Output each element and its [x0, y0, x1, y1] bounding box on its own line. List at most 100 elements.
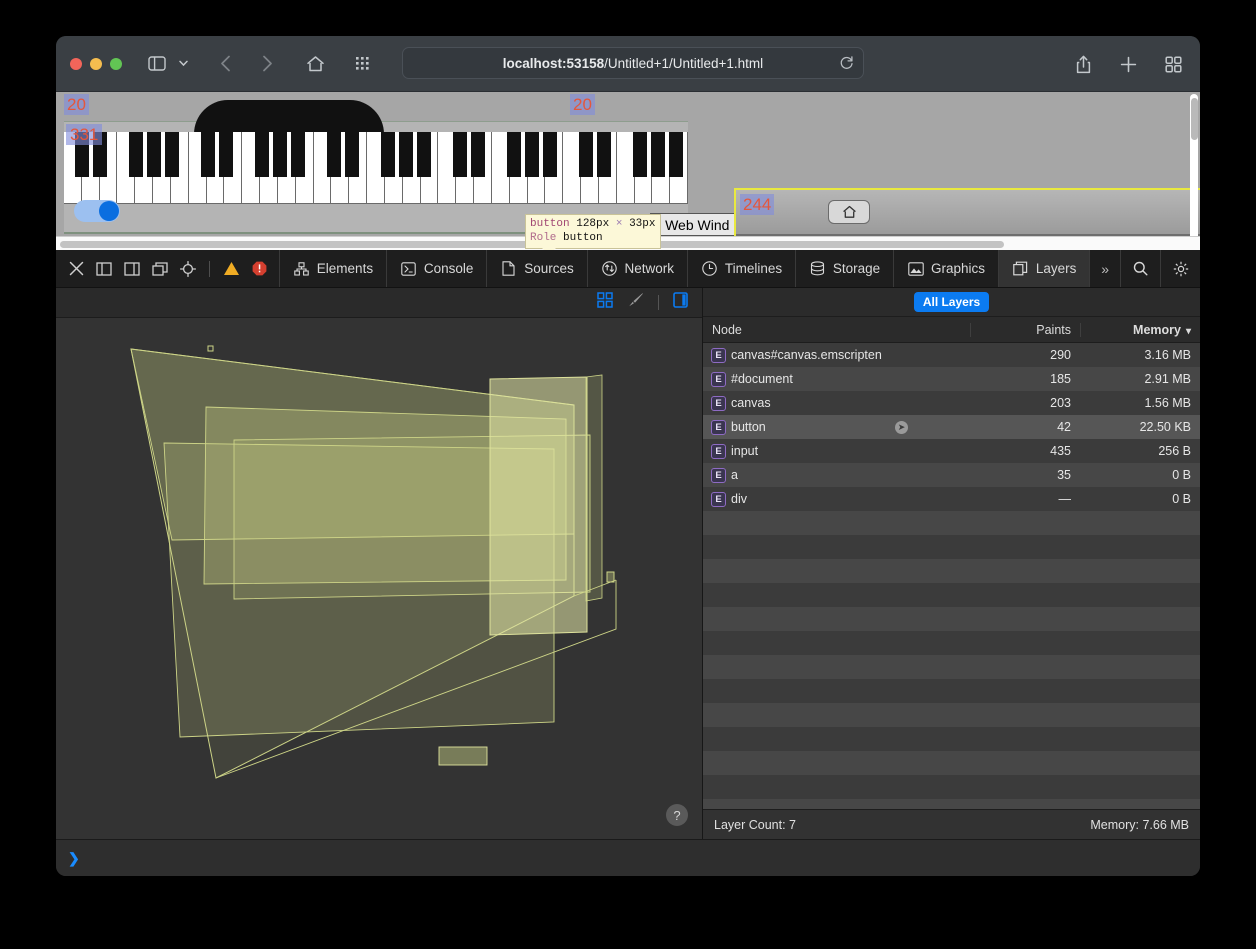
close-devtools-icon[interactable]: [62, 250, 90, 288]
inspector-right-controls: »: [1090, 250, 1200, 287]
reload-icon[interactable]: [839, 56, 854, 71]
panel-right-icon[interactable]: [673, 292, 688, 313]
column-header-node[interactable]: Node: [703, 323, 970, 337]
web-inspector: Elements Console Sources Network Timelin…: [56, 250, 1200, 876]
column-header-memory[interactable]: Memory ▾: [1080, 322, 1200, 337]
table-row-empty: [703, 607, 1200, 631]
warning-triangle-icon[interactable]: [217, 250, 245, 288]
layers-help-button[interactable]: ?: [666, 804, 688, 826]
table-row[interactable]: E #document 185 2.91 MB: [703, 367, 1200, 391]
maximize-window-button[interactable]: [110, 57, 122, 70]
layers-3d-panel: ?: [56, 288, 703, 839]
browser-toolbar: localhost:53158/Untitled+1/Untitled+1.ht…: [56, 36, 1200, 92]
inspector-tooltip: button 128px × 33px Role button: [525, 214, 662, 250]
divider: [658, 295, 659, 310]
layer-node-name: div: [731, 492, 747, 506]
graphics-icon: [907, 260, 924, 277]
console-prompt-bar[interactable]: ❯: [56, 839, 1200, 876]
page-vertical-scrollbar[interactable]: [1190, 94, 1198, 242]
share-icon[interactable]: [1070, 51, 1096, 77]
forward-arrow-icon[interactable]: [254, 51, 280, 77]
tab-network[interactable]: Network: [588, 250, 688, 287]
close-window-button[interactable]: [70, 57, 82, 70]
inspect-element-icon[interactable]: [174, 250, 202, 288]
table-row[interactable]: E button ➤ 42 22.50 KB: [703, 415, 1200, 439]
web-content-area[interactable]: Welcome to OpenXTalk Web Playground! Say…: [56, 92, 1200, 250]
table-row[interactable]: E canvas#canvas.emscripten 290 3.16 MB: [703, 343, 1200, 367]
layer-badge-3: 20: [570, 94, 595, 115]
tooltip-role-label: Role: [530, 232, 557, 244]
layer-node-name: button: [731, 420, 766, 434]
minimize-window-button[interactable]: [90, 57, 102, 70]
layer-memory: 3.16 MB: [1144, 348, 1191, 362]
elements-icon: [293, 260, 310, 277]
tab-console[interactable]: Console: [387, 250, 487, 287]
tab-storage[interactable]: Storage: [796, 250, 893, 287]
element-badge: E: [711, 395, 726, 411]
tab-layers[interactable]: Layers: [998, 250, 1090, 287]
table-row[interactable]: E div — 0 B: [703, 487, 1200, 511]
search-button[interactable]: [1121, 250, 1160, 287]
table-row[interactable]: E input 435 256 B: [703, 439, 1200, 463]
undock-window-icon[interactable]: [146, 250, 174, 288]
home-icon[interactable]: [828, 200, 870, 224]
layer-paints: 290: [1050, 348, 1071, 362]
address-bar[interactable]: localhost:53158/Untitled+1/Untitled+1.ht…: [402, 47, 864, 79]
tab-graphics[interactable]: Graphics: [894, 250, 998, 287]
layers-rows[interactable]: E canvas#canvas.emscripten 290 3.16 MB E…: [703, 343, 1200, 809]
piano-black-keys[interactable]: [64, 132, 688, 177]
layer-node-name: input: [731, 444, 759, 458]
tab-sources[interactable]: Sources: [487, 250, 587, 287]
tab-label: Layers: [1035, 261, 1077, 276]
tab-overview-icon[interactable]: [1160, 51, 1186, 77]
table-row[interactable]: E a 35 0 B: [703, 463, 1200, 487]
layer-node-name: canvas: [731, 396, 771, 410]
layer-badge-2: 331: [66, 124, 103, 145]
layers-column-headers: Node Paints Memory ▾: [703, 317, 1200, 343]
table-row-empty: [703, 583, 1200, 607]
all-layers-pill[interactable]: All Layers: [913, 292, 990, 312]
layers-3d-viewport[interactable]: ?: [56, 318, 702, 839]
more-tabs-button[interactable]: »: [1090, 250, 1120, 287]
tab-elements[interactable]: Elements: [280, 250, 386, 287]
tab-timelines[interactable]: Timelines: [688, 250, 795, 287]
element-badge: E: [711, 491, 726, 507]
layers-list-panel: All Layers Node Paints Memory ▾ E canvas#…: [703, 288, 1200, 839]
dock-left-icon[interactable]: [90, 250, 118, 288]
layer-memory: 2.91 MB: [1144, 372, 1191, 386]
console-icon: [400, 260, 417, 277]
layers-filter-bar: All Layers: [703, 288, 1200, 317]
inspector-body: ? All Layers Node Paints Memory ▾ E canv…: [56, 288, 1200, 839]
column-header-paints[interactable]: Paints: [970, 322, 1080, 337]
table-row[interactable]: E canvas 203 1.56 MB: [703, 391, 1200, 415]
tab-label: Graphics: [931, 261, 986, 276]
error-octagon-icon[interactable]: [245, 250, 273, 288]
tab-label: Console: [423, 261, 474, 276]
back-arrow-icon[interactable]: [212, 51, 238, 77]
dock-right-icon[interactable]: [118, 250, 146, 288]
layer-node-name: #document: [731, 372, 793, 386]
plus-icon[interactable]: [1115, 51, 1141, 77]
table-row-empty: [703, 799, 1200, 809]
reveal-in-elements-icon[interactable]: ➤: [895, 420, 908, 434]
search-icon: [1132, 260, 1149, 277]
layer-memory: 256 B: [1158, 444, 1191, 458]
network-icon: [601, 260, 618, 277]
sound-toggle-switch[interactable]: [74, 200, 120, 222]
layer-stack-render[interactable]: [56, 318, 702, 839]
sidebar-icon[interactable]: [144, 51, 170, 77]
table-row-empty: [703, 535, 1200, 559]
memory-total-label: Memory: 7.66 MB: [1090, 817, 1189, 832]
grid-apps-icon[interactable]: [350, 51, 376, 77]
url-host: localhost:53158: [502, 55, 605, 71]
layer-memory: 0 B: [1172, 468, 1191, 482]
gear-icon: [1172, 260, 1189, 277]
paintbrush-icon[interactable]: [627, 292, 644, 313]
tooltip-times: ×: [615, 218, 623, 230]
layers-icon: [1012, 260, 1029, 277]
home-icon[interactable]: [302, 51, 328, 77]
grid-icon[interactable]: [597, 292, 613, 313]
layer-node-name: canvas#canvas.emscripten: [731, 348, 882, 362]
chevron-down-icon[interactable]: [176, 51, 190, 77]
settings-button[interactable]: [1161, 250, 1200, 287]
